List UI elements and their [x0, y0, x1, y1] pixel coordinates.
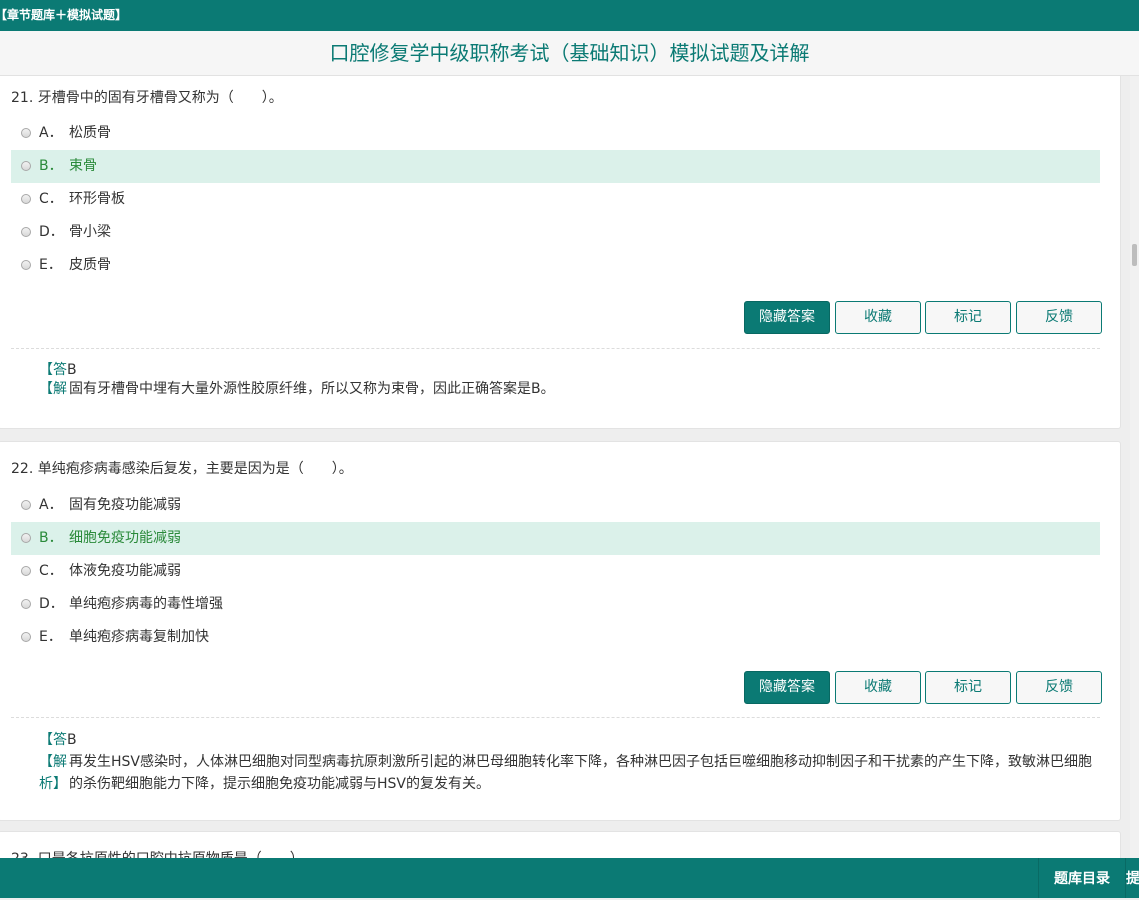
- radio-button[interactable]: [21, 533, 31, 543]
- explanation: 【解 固有牙槽骨中埋有大量外源性胶原纤维，所以又称为束骨，因此正确答案是B。: [39, 378, 1099, 400]
- favorite-button[interactable]: 收藏: [835, 671, 921, 704]
- option-d[interactable]: D． 骨小梁: [11, 216, 1100, 249]
- bottom-bar: 题库目录 提交: [0, 858, 1139, 898]
- next-button[interactable]: 提交: [1126, 858, 1139, 898]
- option-e[interactable]: E． 单纯疱疹病毒复制加快: [11, 621, 1100, 654]
- top-bar: 【章节题库＋模拟试题】: [0, 0, 1139, 31]
- question-card-21: 21. 牙槽骨中的固有牙槽骨又称为（ ）。 A． 松质骨 B． 束骨 C． 环形…: [0, 76, 1121, 429]
- radio-button[interactable]: [21, 566, 31, 576]
- question-list[interactable]: 21. 牙槽骨中的固有牙槽骨又称为（ ）。 A． 松质骨 B． 束骨 C． 环形…: [0, 76, 1130, 858]
- favorite-button[interactable]: 收藏: [835, 301, 921, 334]
- radio-button[interactable]: [21, 227, 31, 237]
- feedback-button[interactable]: 反馈: [1016, 301, 1102, 334]
- radio-button[interactable]: [21, 599, 31, 609]
- explanation-text: 固有牙槽骨中埋有大量外源性胶原纤维，所以又称为束骨，因此正确答案是B。: [69, 381, 555, 397]
- answer-tag: 【答: [39, 732, 67, 748]
- option-b-correct[interactable]: B． 细胞免疫功能减弱: [11, 522, 1100, 555]
- mark-button[interactable]: 标记: [925, 671, 1011, 704]
- question-card-22: 22. 单纯疱疹病毒感染后复发，主要是因为是（ ）。 A． 固有免疫功能减弱 B…: [0, 441, 1121, 821]
- explanation-tag: 【解: [39, 381, 67, 397]
- option-c[interactable]: C． 环形骨板: [11, 183, 1100, 216]
- hide-answer-button[interactable]: 隐藏答案: [744, 671, 830, 704]
- answer-line: 【答B: [39, 359, 77, 379]
- answer-value: B: [67, 732, 77, 748]
- option-e[interactable]: E． 皮质骨: [11, 249, 1100, 282]
- hide-answer-button[interactable]: 隐藏答案: [744, 301, 830, 334]
- divider: [11, 717, 1100, 718]
- answer-tag: 【答: [39, 362, 67, 378]
- question-card-23: 23. 口是各抗原性的口腔中抗原物质是（ ）: [0, 831, 1121, 858]
- option-b-correct[interactable]: B． 束骨: [11, 150, 1100, 183]
- catalog-button[interactable]: 题库目录: [1038, 858, 1126, 898]
- option-a[interactable]: A． 松质骨: [11, 117, 1100, 150]
- divider: [11, 348, 1100, 349]
- explanation-tag: 【解 析】: [39, 754, 67, 792]
- scrollbar[interactable]: [1130, 76, 1139, 858]
- radio-button[interactable]: [21, 161, 31, 171]
- top-bar-label: 【章节题库＋模拟试题】: [0, 8, 128, 22]
- option-c[interactable]: C． 体液免疫功能减弱: [11, 555, 1100, 588]
- mark-button[interactable]: 标记: [925, 301, 1011, 334]
- question-stem: 23. 口是各抗原性的口腔中抗原物质是（ ）: [11, 848, 304, 858]
- question-stem: 21. 牙槽骨中的固有牙槽骨又称为（ ）。: [11, 90, 283, 106]
- page-title: 口腔修复学中级职称考试（基础知识）模拟试题及详解: [0, 31, 1139, 76]
- option-d[interactable]: D． 单纯疱疹病毒的毒性增强: [11, 588, 1100, 621]
- radio-button[interactable]: [21, 260, 31, 270]
- explanation: 【解 析】 再发生HSV感染时，人体淋巴细胞对同型病毒抗原刺激所引起的淋巴母细胞…: [39, 751, 1099, 795]
- scrollbar-thumb[interactable]: [1132, 244, 1137, 266]
- radio-button[interactable]: [21, 128, 31, 138]
- question-stem: 22. 单纯疱疹病毒感染后复发，主要是因为是（ ）。: [11, 461, 353, 477]
- answer-value: B: [67, 362, 77, 378]
- radio-button[interactable]: [21, 194, 31, 204]
- feedback-button[interactable]: 反馈: [1016, 671, 1102, 704]
- option-a[interactable]: A． 固有免疫功能减弱: [11, 489, 1100, 522]
- radio-button[interactable]: [21, 632, 31, 642]
- explanation-text: 再发生HSV感染时，人体淋巴细胞对同型病毒抗原刺激所引起的淋巴母细胞转化率下降，…: [69, 754, 1092, 792]
- radio-button[interactable]: [21, 500, 31, 510]
- answer-line: 【答B: [39, 729, 77, 749]
